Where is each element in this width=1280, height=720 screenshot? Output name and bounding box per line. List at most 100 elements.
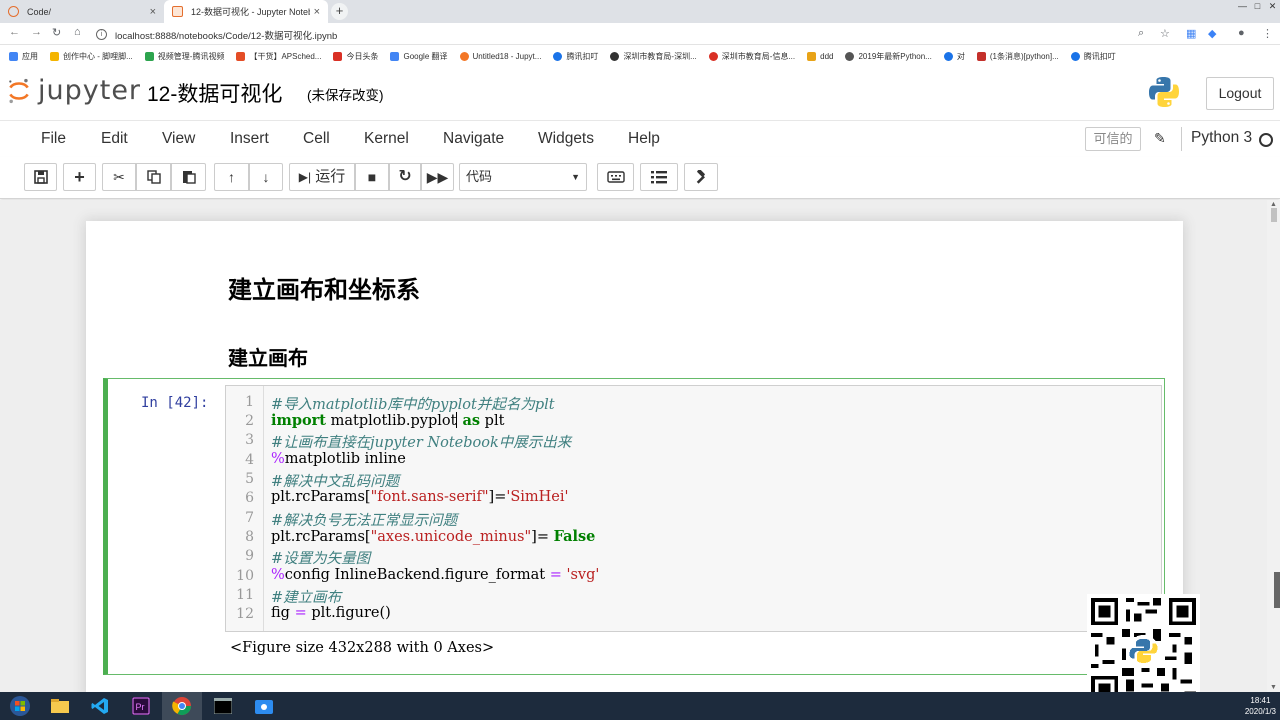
bookmark-item[interactable]: 【干货】APSched... [236, 51, 321, 62]
extension-grid-icon[interactable]: ▦ [1186, 27, 1196, 40]
logout-button[interactable]: Logout [1206, 77, 1274, 110]
taskbar-chrome[interactable] [162, 692, 202, 720]
edit-pencil-icon[interactable]: ✎ [1154, 130, 1166, 147]
menu-cell[interactable]: Cell [303, 130, 330, 148]
chrome-menu-icon[interactable]: ⋮ [1262, 27, 1273, 40]
forward-arrow-icon[interactable]: → [31, 26, 42, 38]
bookmark-item[interactable]: ddd [807, 51, 833, 61]
jupyter-header: jupyter 12-数据可视化 (未保存改变) Logout [0, 67, 1280, 120]
start-button[interactable] [0, 692, 40, 720]
notebook-title[interactable]: 12-数据可视化 [147, 78, 282, 108]
browser-tab-code[interactable]: Code/ × [0, 0, 164, 23]
code-comment: #设置为矢量图 [271, 551, 371, 567]
minimize-button[interactable]: — [1235, 0, 1250, 13]
dropdown-caret-icon: ▼ [571, 172, 580, 182]
code-string: "font.sans-serif" [370, 489, 489, 505]
windows-start-icon [10, 696, 30, 716]
back-arrow-icon[interactable]: ← [9, 26, 20, 38]
extension-shield-icon[interactable]: ◆ [1208, 27, 1216, 40]
fast-forward-icon: ▶▶ [426, 169, 449, 185]
code-keyword: import [271, 412, 326, 429]
bookmark-item[interactable]: 腾讯扣叮 [1070, 51, 1116, 62]
copy-button[interactable] [136, 163, 171, 191]
bookmark-item[interactable]: 腾讯扣叮 [553, 51, 598, 62]
scroll-down-arrow-icon[interactable]: ▼ [1270, 684, 1277, 691]
taskbar-vscode[interactable] [80, 692, 120, 720]
code-editor[interactable]: 1 2 3 4 5 6 7 8 9 10 11 12 #导入matplotlib… [225, 385, 1162, 632]
kernel-name[interactable]: Python 3 [1181, 127, 1252, 151]
page-scrollbar[interactable]: ▲ ▼ [1267, 200, 1280, 692]
command-palette-button[interactable] [597, 163, 634, 191]
scroll-thumb[interactable] [1271, 208, 1277, 222]
tab-close-icon[interactable]: × [150, 6, 156, 18]
bookmark-item[interactable]: 深圳市教育局-深圳... [610, 51, 697, 62]
new-tab-button[interactable]: + [331, 3, 348, 20]
site-info-icon[interactable]: i [96, 29, 107, 40]
code-comment: #解决负号无法正常显示问题 [271, 513, 458, 529]
code-line: #让画布直接在jupyter Notebook中展示出来 [271, 431, 571, 452]
bookmark-item[interactable]: Untitled18 - Jupyt... [459, 51, 541, 61]
scroll-up-arrow-icon[interactable]: ▲ [1270, 201, 1277, 208]
url-field[interactable]: i localhost:8888/notebooks/Code/12-数据可视化… [96, 26, 1156, 43]
code-line: plt.rcParams["font.sans-serif"]='SimHei' [271, 489, 569, 505]
taskbar-app[interactable] [244, 692, 284, 720]
menu-edit[interactable]: Edit [101, 130, 128, 148]
code-operator: = [549, 567, 562, 583]
maximize-button[interactable]: □ [1250, 0, 1265, 13]
menu-kernel[interactable]: Kernel [364, 130, 409, 148]
taskbar-premiere[interactable]: Pr [121, 692, 161, 720]
move-up-button[interactable]: ↑ [214, 163, 249, 191]
bookmark-item[interactable]: 2019年最新Python... [845, 51, 932, 62]
zoom-icon[interactable]: ⌕ [1138, 27, 1144, 40]
menu-file[interactable]: File [41, 130, 66, 148]
line-number: 9 [245, 548, 254, 564]
interrupt-button[interactable]: ■ [355, 163, 389, 191]
jupyter-logo[interactable]: jupyter [6, 75, 141, 106]
line-number: 4 [245, 452, 254, 468]
menu-help[interactable]: Help [628, 130, 660, 148]
reload-icon[interactable]: ↻ [52, 26, 61, 39]
restart-button[interactable]: ↻ [389, 163, 421, 191]
bookmark-item[interactable]: Google 翻译 [390, 51, 448, 62]
move-down-button[interactable]: ↓ [249, 163, 283, 191]
code-string: 'SimHei' [506, 489, 569, 505]
menu-view[interactable]: View [162, 130, 195, 148]
home-icon[interactable]: ⌂ [74, 26, 81, 38]
code-cell-selected[interactable]: In [42]: 1 2 3 4 5 6 7 8 9 10 11 12 #导入m… [103, 378, 1165, 675]
python-logo-icon [1149, 77, 1179, 107]
bookmark-star-icon[interactable]: ☆ [1160, 27, 1170, 40]
line-number: 12 [236, 606, 254, 622]
menu-widgets[interactable]: Widgets [538, 130, 594, 148]
windows-taskbar: Pr 18:41 2020/1/3 [0, 692, 1280, 720]
paste-button[interactable] [171, 163, 206, 191]
trusted-indicator[interactable]: 可信的 [1085, 127, 1141, 151]
bookmark-item[interactable]: 今日头条 [333, 51, 378, 62]
taskbar-file-explorer[interactable] [40, 692, 80, 720]
system-clock[interactable]: 18:41 2020/1/3 [1245, 695, 1276, 717]
cell-type-select[interactable]: 代码 ▼ [459, 163, 587, 191]
bookmark-item[interactable]: 创作中心 - 脚哩脚... [50, 51, 133, 62]
browser-tab-notebook[interactable]: 12-数据可视化 - Jupyter Notebo × [164, 0, 328, 23]
extension-tool-button[interactable] [684, 163, 718, 191]
close-window-button[interactable]: ✕ [1265, 0, 1280, 13]
bookmark-item[interactable]: 对 [943, 51, 965, 62]
bookmark-item[interactable]: 视频管理-腾讯视频 [144, 51, 224, 62]
taskbar-terminal[interactable] [203, 692, 243, 720]
bookmark-item[interactable]: 深圳市教育局-信息... [708, 51, 795, 62]
bookmark-apps[interactable]: 应用 [9, 51, 38, 62]
run-button[interactable]: ▶| 运行 [289, 163, 355, 191]
menu-insert[interactable]: Insert [230, 130, 269, 148]
tab-close-icon[interactable]: × [314, 6, 320, 18]
restart-run-all-button[interactable]: ▶▶ [421, 163, 454, 191]
bookmark-item[interactable]: (1条消息)[python]... [976, 51, 1059, 62]
insert-cell-button[interactable]: + [63, 163, 96, 191]
save-button[interactable] [24, 163, 57, 191]
menu-navigate[interactable]: Navigate [443, 130, 504, 148]
cell-type-value: 代码 [466, 169, 493, 184]
cut-button[interactable]: ✂ [102, 163, 136, 191]
window-controls: — □ ✕ [1235, 0, 1280, 14]
toggle-list-button[interactable] [640, 163, 678, 191]
unsaved-indicator: (未保存改变) [307, 88, 384, 103]
qr-code-image [1087, 594, 1200, 707]
profile-icon[interactable]: ● [1238, 27, 1245, 39]
